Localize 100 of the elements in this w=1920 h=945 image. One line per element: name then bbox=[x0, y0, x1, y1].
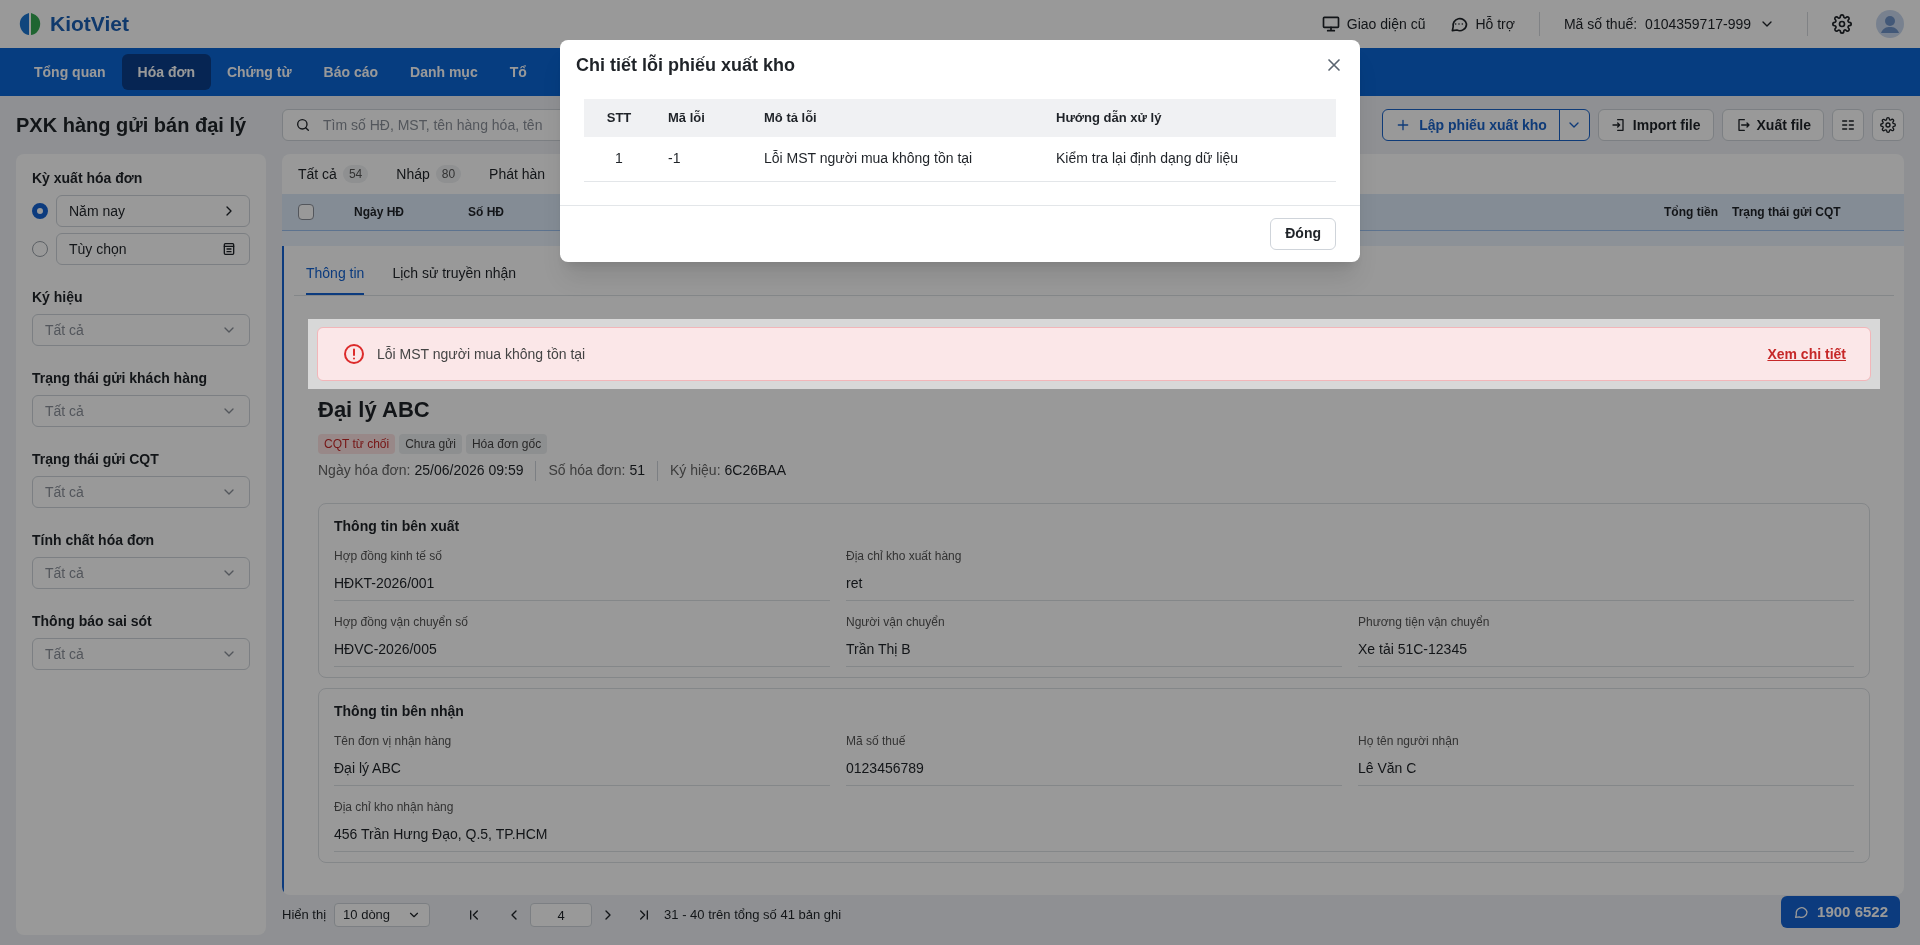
table-cell: 1 bbox=[584, 137, 654, 181]
settings-icon bbox=[1880, 117, 1896, 133]
field-label: Hợp đồng kinh tế số bbox=[334, 548, 443, 565]
status-tag: CQT từ chối bbox=[318, 434, 396, 454]
detail-tab[interactable]: Lịch sử truyền nhận bbox=[392, 254, 517, 295]
section-title: Thông tin bên xuất bbox=[334, 517, 461, 536]
import-icon bbox=[1610, 117, 1627, 133]
page-size-dropdown[interactable]: 10 dòng bbox=[334, 903, 431, 927]
settings-icon[interactable] bbox=[1832, 14, 1852, 34]
field-label: Địa chỉ kho xuất hàng bbox=[846, 548, 963, 565]
dialog-title: Chi tiết lỗi phiếu xuất kho bbox=[576, 53, 795, 77]
filter-dropdown[interactable]: Tất cả bbox=[32, 314, 250, 346]
search-icon bbox=[295, 117, 311, 133]
filter-label: Kỳ xuất hóa đơn bbox=[32, 169, 144, 188]
field-value: HĐVC-2026/005 bbox=[334, 639, 830, 667]
meta-label: Ngày hóa đơn: bbox=[318, 461, 411, 480]
monitor-icon bbox=[1320, 14, 1341, 34]
record-range: 31 - 40 trên tổng số 41 bản ghi bbox=[664, 906, 842, 925]
filter-label: Ký hiệu bbox=[32, 288, 84, 307]
count-badge: 80 bbox=[435, 165, 462, 183]
field-label: Địa chỉ kho nhận hàng bbox=[334, 799, 455, 816]
status-tag: Chưa gửi bbox=[399, 434, 462, 454]
detail-tab[interactable]: Thông tin bbox=[306, 254, 365, 295]
field-value: Lê Văn C bbox=[1358, 758, 1854, 786]
field-value: 0123456789 bbox=[846, 758, 1342, 786]
meta-label: Ký hiệu: bbox=[669, 461, 721, 480]
status-tab[interactable]: Tất cả 54 bbox=[298, 163, 369, 185]
view-details-link[interactable]: Xem chi tiết bbox=[1767, 343, 1846, 365]
columns-button[interactable] bbox=[1832, 109, 1864, 141]
field-value: Đại lý ABC bbox=[334, 758, 830, 786]
page-title: PXK hàng gửi bán đại lý bbox=[16, 113, 248, 138]
meta-value: 25/06/2026 09:59 bbox=[414, 461, 524, 480]
field-value: HĐKT-2026/001 bbox=[334, 573, 830, 601]
status-tag: Hóa đơn gốc bbox=[465, 434, 548, 454]
create-button-group[interactable]: Lập phiếu xuất kho bbox=[1382, 109, 1590, 141]
column-header: STT bbox=[584, 99, 654, 137]
settings-button[interactable] bbox=[1872, 109, 1904, 141]
field-value: Xe tải 51C-12345 bbox=[1358, 639, 1854, 667]
field-label: Tên đơn vị nhận hàng bbox=[334, 733, 453, 750]
list-icon bbox=[1840, 117, 1856, 133]
hotline-button[interactable]: 1900 6522 bbox=[1781, 896, 1900, 928]
tax-code-dropdown[interactable]: 0104359717-999 bbox=[1645, 13, 1775, 35]
column-header: Hướng dẫn xử lý bbox=[1056, 99, 1336, 137]
filter-label: Trạng thái gửi khách hàng bbox=[32, 369, 209, 388]
count-badge: 54 bbox=[342, 165, 369, 183]
radio-button[interactable] bbox=[32, 241, 48, 257]
filter-label: Thông báo sai sót bbox=[32, 612, 153, 631]
import-button[interactable]: Import file bbox=[1597, 109, 1714, 141]
field-value: ret bbox=[846, 573, 1854, 601]
nav-tab[interactable]: Hóa đơn bbox=[121, 54, 211, 90]
nav-tab[interactable]: Danh mục bbox=[394, 54, 494, 90]
filter-dropdown[interactable]: Tất cả bbox=[32, 557, 250, 589]
field-label: Họ tên người nhận bbox=[1358, 733, 1460, 750]
table-cell: Kiểm tra lại định dạng dữ liệu bbox=[1056, 137, 1336, 181]
checkbox[interactable] bbox=[298, 204, 314, 220]
filter-dropdown[interactable]: Tất cả bbox=[32, 476, 250, 508]
close-button[interactable]: Đóng bbox=[1270, 217, 1336, 250]
nav-tab[interactable]: Tổng quan bbox=[18, 54, 122, 90]
nav-tab[interactable]: Tổ bbox=[493, 54, 543, 90]
header-link[interactable]: Hỗ trợ bbox=[1449, 13, 1515, 35]
column-header: Mô tả lỗi bbox=[764, 99, 1056, 137]
page-input[interactable]: 4 bbox=[530, 903, 593, 927]
avatar-icon[interactable] bbox=[1876, 10, 1904, 38]
create-button[interactable]: Lập phiếu xuất kho bbox=[1383, 110, 1559, 140]
date-range-field[interactable]: Năm nay bbox=[56, 195, 250, 227]
page-size-label: Hiển thị bbox=[282, 906, 327, 925]
column-header: Số HĐ bbox=[468, 204, 505, 221]
field-value: Trần Thị B bbox=[846, 639, 1342, 667]
meta-value: 6C26BAA bbox=[724, 461, 787, 480]
table-cell: Lỗi MST người mua không tồn tại bbox=[764, 137, 1056, 181]
column-header: Ngày HĐ bbox=[354, 204, 405, 221]
meta-value: 51 bbox=[629, 461, 645, 480]
date-range-field[interactable]: Tùy chọn bbox=[56, 233, 250, 265]
status-tab[interactable]: Nháp 80 bbox=[396, 163, 462, 185]
filter-label: Tính chất hóa đơn bbox=[32, 531, 155, 550]
meta-label: Số hóa đơn: bbox=[548, 461, 626, 480]
export-button[interactable]: Xuất file bbox=[1721, 109, 1824, 141]
logo-text: KiotViet bbox=[50, 11, 129, 38]
filter-dropdown[interactable]: Tất cả bbox=[32, 638, 250, 670]
field-label: Phương tiện vận chuyển bbox=[1358, 614, 1491, 631]
table-cell: -1 bbox=[654, 137, 764, 181]
column-header: Tổng tiền bbox=[1664, 204, 1718, 221]
status-tab[interactable]: Phát hàn bbox=[489, 163, 546, 185]
header-link[interactable]: Giao diện cũ bbox=[1320, 13, 1426, 35]
nav-tab[interactable]: Chứng từ bbox=[210, 54, 308, 90]
field-label: Hợp đồng vận chuyển số bbox=[334, 614, 469, 631]
radio-button[interactable] bbox=[32, 203, 48, 219]
field-label: Người vận chuyển bbox=[846, 614, 946, 631]
field-value: 456 Trần Hưng Đạo, Q.5, TP.HCM bbox=[334, 824, 1854, 852]
error-icon bbox=[342, 342, 366, 366]
column-header: Trạng thái gửi CQT bbox=[1731, 204, 1842, 221]
column-header: Mã lỗi bbox=[654, 99, 764, 137]
filter-label: Trạng thái gửi CQT bbox=[32, 450, 160, 469]
error-message: Lỗi MST người mua không tồn tại bbox=[377, 344, 587, 364]
calendar-icon bbox=[221, 241, 237, 257]
filter-dropdown[interactable]: Tất cả bbox=[32, 395, 250, 427]
nav-tab[interactable]: Báo cáo bbox=[307, 54, 394, 90]
chat-icon bbox=[1793, 904, 1810, 920]
record-title: Đại lý ABC bbox=[318, 396, 431, 424]
section-title: Thông tin bên nhận bbox=[334, 702, 465, 721]
